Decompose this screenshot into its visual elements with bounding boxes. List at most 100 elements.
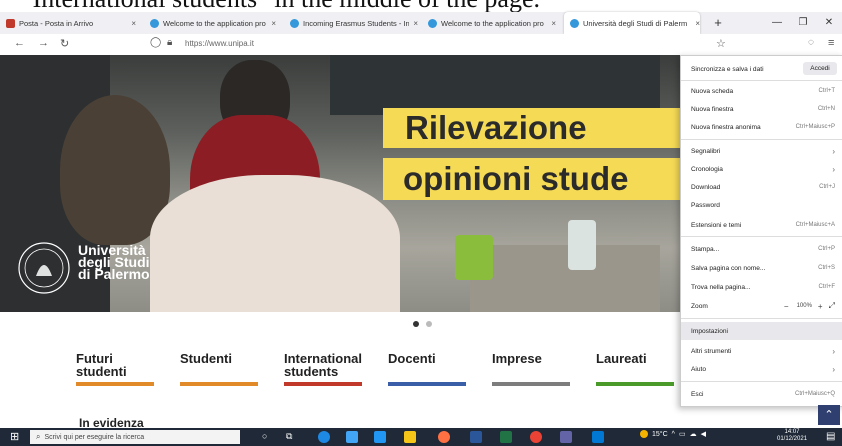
category-laureati[interactable]: Laureati — [596, 352, 674, 386]
menu-item-shortcut: Ctrl+F — [818, 284, 836, 290]
network-icon[interactable]: ▭ — [679, 430, 686, 438]
back-arrow-icon[interactable]: ← — [14, 37, 25, 49]
menu-item-stampa[interactable]: Stampa... Ctrl+P — [691, 242, 835, 256]
menu-item-label: Altri strumenti — [691, 347, 732, 355]
hero-background-people — [330, 55, 660, 115]
tab-welcome-1[interactable]: Welcome to the application pro × — [150, 12, 276, 34]
site-favicon-icon — [428, 18, 437, 28]
menu-item-label: Stampa... — [691, 245, 720, 253]
weather-temperature[interactable]: 15°C — [652, 431, 668, 438]
tab-welcome-2[interactable]: Welcome to the application pro × — [428, 12, 556, 34]
task-view-icon[interactable]: ⧉ — [286, 431, 292, 442]
close-tab-icon[interactable]: × — [131, 19, 136, 28]
menu-item-aiuto[interactable]: Aiuto › — [691, 362, 835, 376]
menu-item-password[interactable]: Password — [691, 198, 835, 212]
excel-icon[interactable] — [500, 431, 512, 443]
category-docenti[interactable]: Docenti — [388, 352, 466, 386]
calendar-icon[interactable] — [374, 431, 386, 443]
taskbar-search-box[interactable]: ⌕ Scrivi qui per eseguire la ricerca — [30, 430, 240, 444]
menu-item-esci[interactable]: Esci Ctrl+Maiusc+Q — [691, 387, 835, 401]
close-tab-icon[interactable]: × — [413, 19, 418, 28]
clock-date: 01/12/2021 — [777, 436, 808, 442]
menu-item-estensioni[interactable]: Estensioni e temi Ctrl+Maiusc+A — [691, 218, 835, 232]
scroll-to-top-button[interactable]: ⌃ — [818, 405, 840, 425]
windows-start-icon[interactable]: ⊞ — [10, 430, 19, 443]
hero-bottle — [568, 220, 596, 270]
cortana-icon[interactable]: ○ — [262, 431, 267, 441]
url-input[interactable]: https://www.unipa.it — [185, 39, 254, 48]
menu-item-impostazioni[interactable]: Impostazioni — [691, 324, 835, 338]
file-explorer-icon[interactable] — [404, 431, 416, 443]
tab-title: Welcome to the application pro — [163, 18, 266, 28]
minimize-button[interactable]: — — [764, 12, 790, 34]
chrome-icon[interactable] — [530, 431, 542, 443]
category-international-students[interactable]: International students — [284, 352, 374, 386]
tab-title: Welcome to the application pro — [441, 18, 544, 28]
word-icon[interactable] — [470, 431, 482, 443]
category-imprese[interactable]: Imprese — [492, 352, 570, 386]
hero-green-cup — [455, 235, 493, 280]
tab-posta[interactable]: Posta - Posta in Arrivo × — [6, 12, 136, 34]
menu-item-nuova-finestra[interactable]: Nuova finestra Ctrl+N — [691, 102, 835, 116]
menu-divider — [681, 381, 842, 382]
university-logo[interactable]: Università degli Studi di Palermo — [16, 240, 156, 300]
bookmark-star-icon[interactable]: ☆ — [716, 37, 726, 50]
zoom-out-button[interactable]: − — [784, 302, 789, 311]
menu-item-salva-pagina[interactable]: Salva pagina con nome... Ctrl+S — [691, 261, 835, 275]
shield-icon[interactable]: ◯ — [150, 37, 161, 48]
mail-icon — [6, 18, 15, 28]
menu-item-nuova-scheda[interactable]: Nuova scheda Ctrl+T — [691, 84, 835, 98]
clock-time: 14:07 — [784, 429, 800, 435]
carousel-dot-active[interactable] — [413, 321, 419, 327]
menu-hamburger-icon[interactable]: ≡ — [828, 37, 834, 49]
forward-arrow-icon[interactable]: → — [38, 37, 49, 49]
new-tab-button[interactable]: + — [705, 12, 731, 34]
menu-item-shortcut: Ctrl+P — [818, 246, 835, 252]
browser-app-menu: Sincronizza e salva i dati Accedi Nuova … — [680, 55, 842, 407]
browser-tab-bar: Posta - Posta in Arrivo × Welcome to the… — [0, 12, 842, 34]
tab-unipa-active[interactable]: Università degli Studi di Palerm × — [564, 12, 700, 34]
category-studenti[interactable]: Studenti — [180, 351, 258, 386]
university-seal-icon — [18, 242, 70, 294]
taskbar-clock[interactable]: 14:07 01/12/2021 — [777, 429, 807, 443]
lock-icon[interactable]: 🔒︎ — [167, 37, 172, 48]
taskbar-search-placeholder: Scrivi qui per eseguire la ricerca — [44, 433, 145, 441]
close-tab-icon[interactable]: × — [695, 19, 700, 28]
tray-chevron-icon[interactable]: ^ — [672, 431, 675, 438]
teams-icon[interactable] — [560, 431, 572, 443]
close-window-button[interactable]: ✕ — [816, 12, 842, 34]
menu-divider — [681, 139, 842, 140]
system-tray: 15°C ^ ▭ ☁ ◀ — [640, 430, 706, 438]
tab-erasmus[interactable]: Incoming Erasmus Students - In × — [290, 12, 418, 34]
menu-item-segnalibri[interactable]: Segnalibri › — [691, 144, 835, 158]
firefox-icon[interactable] — [438, 431, 450, 443]
reload-icon[interactable]: ↻ — [60, 37, 69, 50]
menu-item-label: Impostazioni — [691, 327, 729, 335]
menu-sync-label: Sincronizza e salva i dati — [691, 65, 764, 73]
volume-icon[interactable]: ◀ — [701, 430, 706, 438]
notifications-icon[interactable]: ▤ — [826, 431, 835, 442]
menu-item-shortcut: Ctrl+Maiusc+P — [795, 124, 835, 130]
menu-item-trova[interactable]: Trova nella pagina... Ctrl+F — [691, 280, 835, 294]
close-tab-icon[interactable]: × — [551, 19, 556, 28]
menu-item-download[interactable]: Download Ctrl+J — [691, 180, 835, 194]
skype-icon[interactable] — [592, 431, 604, 443]
category-futuri-studenti[interactable]: Futuri studenti — [76, 352, 156, 386]
menu-item-label: Segnalibri — [691, 147, 721, 155]
pocket-icon[interactable]: ◌ — [808, 37, 814, 48]
fullscreen-icon[interactable]: ⤢ — [829, 301, 835, 311]
cloud-icon[interactable]: ☁ — [690, 430, 697, 438]
sign-in-button[interactable]: Accedi — [803, 62, 837, 75]
menu-item-altri-strumenti[interactable]: Altri strumenti › — [691, 344, 835, 358]
category-label: Studenti — [180, 351, 232, 366]
close-tab-icon[interactable]: × — [271, 19, 276, 28]
carousel-dot[interactable] — [426, 321, 432, 327]
menu-item-shortcut: Ctrl+Maiusc+Q — [794, 391, 835, 397]
menu-item-finestra-anonima[interactable]: Nuova finestra anonima Ctrl+Maiusc+P — [691, 120, 835, 134]
maximize-button[interactable]: ❐ — [790, 12, 816, 34]
zoom-in-button[interactable]: + — [818, 302, 823, 311]
menu-item-cronologia[interactable]: Cronologia › — [691, 162, 835, 176]
edge-icon[interactable] — [318, 431, 330, 443]
store-icon[interactable] — [346, 431, 358, 443]
zoom-level[interactable]: 100% — [797, 303, 812, 309]
